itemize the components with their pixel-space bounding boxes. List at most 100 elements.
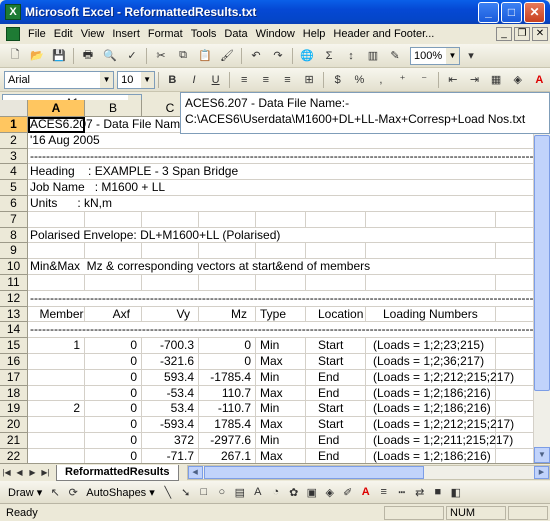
formula-input[interactable]: ACES6.207 - Data File Name:- C:\ACES6\Us… [180,92,550,134]
doc-restore-button[interactable]: ❐ [514,27,530,41]
clipart-icon[interactable]: ✿ [285,483,303,501]
row-header[interactable]: 9 [0,243,28,260]
menu-edit[interactable]: Edit [50,28,77,40]
table-row[interactable]: 5 Job Name : M1600 + LL [0,180,550,196]
italic-icon[interactable]: I [183,70,205,90]
minimize-button[interactable]: _ [478,1,499,23]
menu-view[interactable]: View [77,28,109,40]
arrow-style-icon[interactable]: ⇄ [411,483,429,501]
font-color-draw-icon[interactable]: A [357,483,375,501]
line-color-icon[interactable]: ✐ [339,483,357,501]
menu-tools[interactable]: Tools [187,28,221,40]
column-header-b[interactable]: B [85,100,142,117]
wordart-icon[interactable]: A [249,483,267,501]
worksheet-grid[interactable]: ABCDEFGH 1ACES6.207 - Data File Name:- C… [0,100,550,463]
redo-icon[interactable]: ↷ [267,46,289,66]
open-icon[interactable]: 📂 [26,46,48,66]
chart-icon[interactable]: ▥ [362,46,384,66]
zoom-combo[interactable]: 100% ▼ [410,46,460,65]
row-header[interactable]: 3 [0,148,28,165]
vertical-scrollbar[interactable]: ▲ ▼ [533,117,550,463]
merge-center-icon[interactable]: ⊞ [298,70,320,90]
currency-icon[interactable]: $ [327,70,349,90]
row-header[interactable]: 22 [0,448,28,463]
paste-icon[interactable]: 📋 [194,46,216,66]
save-icon[interactable]: 💾 [48,46,70,66]
last-sheet-icon[interactable]: ▶| [39,466,52,479]
menu-help[interactable]: Help [299,28,330,40]
font-size-combo[interactable]: 10 ▼ [117,70,155,89]
spelling-icon[interactable]: ✓ [121,46,143,66]
borders-icon[interactable]: ▦ [485,70,507,90]
table-row[interactable]: 22 0 -71.7 267.1 Max End (Loads = 1;2;186;216) [0,448,550,463]
column-header-a[interactable]: A [28,100,85,117]
rotate-icon[interactable]: ⟳ [64,483,82,501]
menu-format[interactable]: Format [144,28,187,40]
arrow-icon[interactable]: ➘ [177,483,195,501]
close-button[interactable]: ✕ [524,1,545,23]
row-header[interactable]: 17 [0,369,28,386]
dash-style-icon[interactable]: ┅ [393,483,411,501]
oval-icon[interactable]: ○ [213,483,231,501]
autosum-icon[interactable]: Σ [318,46,340,66]
fill-color-draw-icon[interactable]: ◈ [321,483,339,501]
prev-sheet-icon[interactable]: ◀ [13,466,26,479]
3d-icon[interactable]: ◧ [447,483,465,501]
new-icon[interactable]: 🗋 [4,46,26,66]
vertical-scroll-thumb[interactable] [534,135,550,391]
sort-icon[interactable]: ↕ [340,46,362,66]
decrease-indent-icon[interactable]: ⇤ [442,70,464,90]
textbox-icon[interactable]: ▤ [231,483,249,501]
format-painter-icon[interactable]: 🖌 [216,46,238,66]
row-header[interactable]: 19 [0,401,28,418]
table-row[interactable]: 13 Member Axf Vy Mz Type Location Loading Numbe… [0,306,550,323]
row-header[interactable]: 13 [0,306,28,323]
row-header[interactable]: 5 [0,180,28,196]
menu-insert[interactable]: Insert [108,28,144,40]
row-header[interactable]: 6 [0,196,28,212]
row-header[interactable]: 11 [0,275,28,291]
row-header[interactable]: 20 [0,417,28,433]
diagram-icon[interactable]: ◔ [267,483,285,501]
horizontal-scrollbar[interactable]: ◀ ▶ [186,465,550,480]
table-row[interactable]: 10 Min&Max Mz & corresponding vectors at … [0,259,550,275]
menu-window[interactable]: Window [252,28,299,40]
row-header[interactable]: 8 [0,227,28,244]
table-row[interactable]: 20 0 -593.4 1785.4 Max Start (Loads = 1;2;212;… [0,417,550,433]
rectangle-icon[interactable]: □ [195,483,213,501]
scroll-right-icon[interactable]: ▶ [534,466,549,479]
undo-icon[interactable]: ↶ [245,46,267,66]
table-row[interactable]: 8 Polarised Envelope: DL+M1600+LL (Polari… [0,227,550,244]
align-center-icon[interactable]: ≡ [255,70,277,90]
font-color-icon[interactable]: A [529,70,550,90]
row-header[interactable]: 1 [0,117,28,133]
table-row[interactable]: 18 0 -53.4 110.7 Max End (Loads = 1;2;186;216) [0,385,550,402]
decrease-decimal-icon[interactable]: ⁻ [413,70,435,90]
increase-indent-icon[interactable]: ⇥ [464,70,486,90]
row-header[interactable]: 4 [0,164,28,181]
menu-file[interactable]: File [24,28,50,40]
first-sheet-icon[interactable]: |◀ [0,466,13,479]
table-row[interactable]: 17 0 593.4 -1785.4 Min End (Loads = 1;2;212;21… [0,369,550,386]
picture-icon[interactable]: ▣ [303,483,321,501]
print-preview-icon[interactable]: 🔍 [99,46,121,66]
row-header[interactable]: 21 [0,433,28,449]
row-header[interactable]: 14 [0,322,28,339]
row-header[interactable]: 18 [0,385,28,402]
sheet-tab-reformatted-results[interactable]: ReformattedResults [56,464,179,481]
menu-data[interactable]: Data [220,28,251,40]
table-row[interactable]: 6 Units : kN,m [0,196,550,212]
chevron-down-icon[interactable]: ▼ [140,71,154,88]
table-row[interactable]: 14 --------------------------------------… [0,322,550,339]
draw-menu-button[interactable]: Draw ▾ [4,486,46,499]
table-row[interactable]: 4 Heading : EXAMPLE - 3 Span Bridge [0,164,550,181]
scroll-down-icon[interactable]: ▼ [534,447,550,463]
percent-icon[interactable]: % [349,70,371,90]
chevron-down-icon[interactable]: ▼ [100,71,114,88]
table-row[interactable]: 19 2 0 53.4 -110.7 Min Start (Loads = 1;2;186;2… [0,401,550,418]
document-icon[interactable] [6,27,20,41]
align-left-icon[interactable]: ≡ [233,70,255,90]
row-header[interactable]: 2 [0,132,28,149]
chevron-down-icon[interactable]: ▼ [446,47,459,64]
select-objects-icon[interactable]: ↖ [46,483,64,501]
